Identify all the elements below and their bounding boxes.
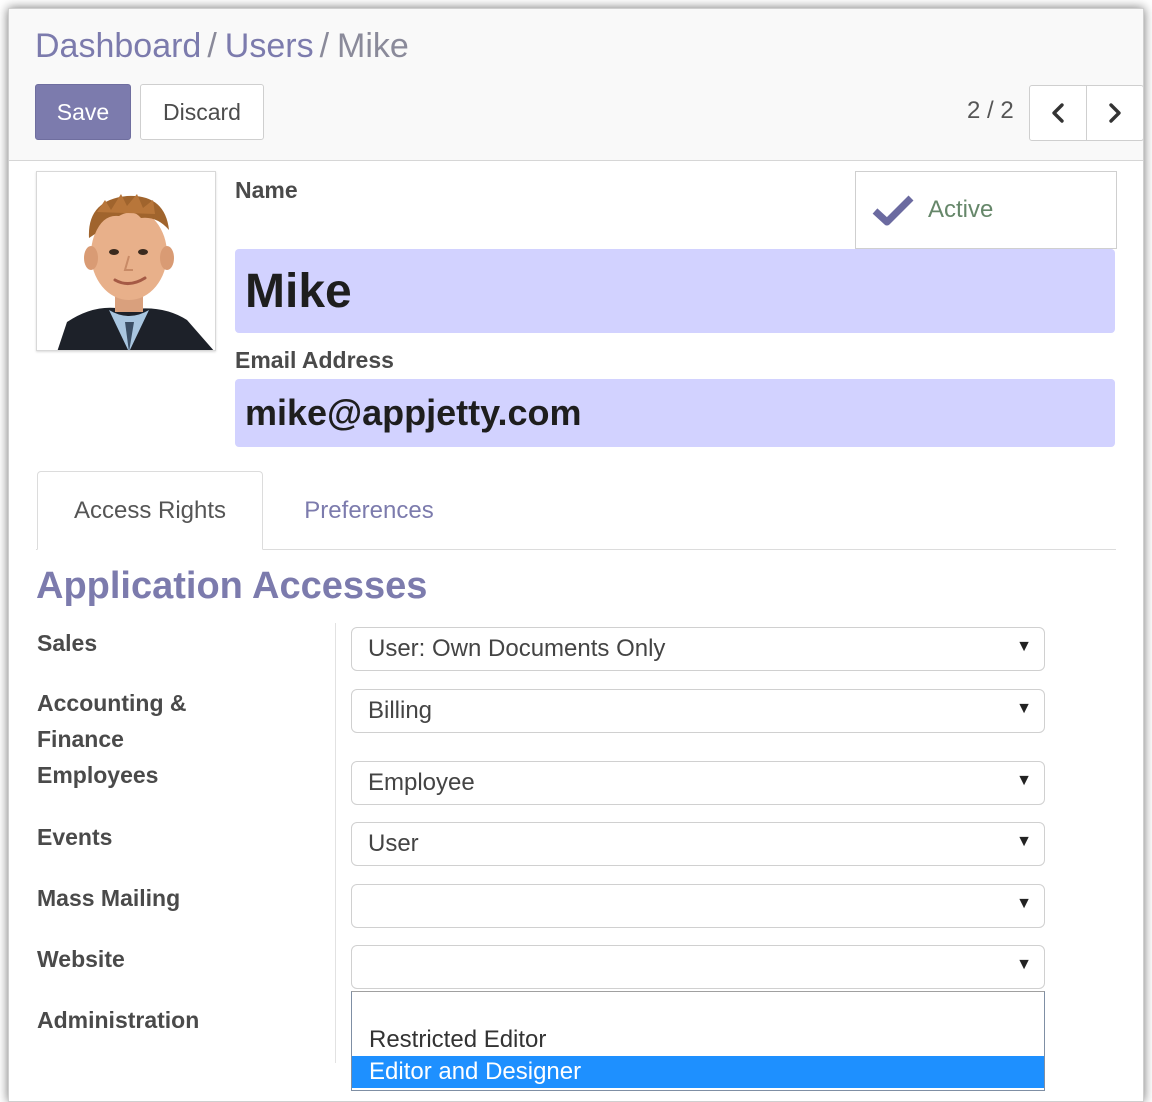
active-toggle-button[interactable]: Active <box>855 171 1117 249</box>
mass-mailing-select[interactable]: ▼ <box>351 884 1045 928</box>
access-label-events: Events <box>37 824 113 850</box>
section-title: Application Accesses <box>36 565 428 607</box>
website-dropdown-list: Restricted Editor Editor and Designer <box>351 991 1045 1091</box>
caret-down-icon: ▼ <box>1016 833 1032 850</box>
dropdown-option-blank[interactable] <box>352 994 1044 1026</box>
name-label: Name <box>235 177 298 203</box>
tab-preferences[interactable]: Preferences <box>271 471 467 550</box>
dropdown-option-editor-and-designer[interactable]: Editor and Designer <box>352 1056 1044 1088</box>
checkmark-icon <box>872 195 914 226</box>
employees-select[interactable]: Employee ▼ <box>351 761 1045 805</box>
breadcrumb-separator: / <box>207 27 217 65</box>
discard-button[interactable]: Discard <box>140 84 264 140</box>
caret-down-icon: ▼ <box>1016 700 1032 717</box>
pager-previous-button[interactable] <box>1029 85 1087 141</box>
breadcrumb-current: Mike <box>337 27 409 65</box>
events-select-value: User <box>368 830 419 857</box>
access-label-mass-mailing: Mass Mailing <box>37 885 181 911</box>
breadcrumb: Dashboard / Users / Mike <box>35 27 409 66</box>
caret-down-icon: ▼ <box>1016 895 1032 912</box>
breadcrumb-dashboard[interactable]: Dashboard <box>35 27 201 65</box>
accounting-select[interactable]: Billing ▼ <box>351 689 1045 733</box>
user-photo[interactable] <box>36 171 216 351</box>
control-panel: Dashboard / Users / Mike Save Discard 2 / 2 <box>9 9 1143 161</box>
tab-access-rights[interactable]: Access Rights <box>37 471 263 550</box>
active-label: Active <box>928 196 994 223</box>
access-label-accounting: Accounting & Finance <box>37 690 187 752</box>
sales-select-value: User: Own Documents Only <box>368 635 666 662</box>
pager-next-button[interactable] <box>1086 85 1143 141</box>
access-label-administration: Administration <box>37 1007 200 1033</box>
name-input[interactable]: Mike <box>235 249 1115 333</box>
pager-value: 2 / 2 <box>967 97 1014 124</box>
access-label-website: Website <box>37 946 125 972</box>
email-label: Email Address <box>235 347 394 373</box>
sales-select[interactable]: User: Own Documents Only ▼ <box>351 627 1045 671</box>
chevron-left-icon <box>1052 103 1064 123</box>
column-divider <box>335 623 336 1063</box>
breadcrumb-separator: / <box>319 27 330 65</box>
employees-select-value: Employee <box>368 769 475 796</box>
avatar-icon <box>37 172 215 350</box>
chevron-right-icon <box>1109 103 1121 123</box>
user-form-window: Dashboard / Users / Mike Save Discard 2 / 2 <box>8 8 1144 1102</box>
email-input[interactable]: mike@appjetty.com <box>235 379 1115 447</box>
dropdown-option-restricted-editor[interactable]: Restricted Editor <box>352 1024 1044 1056</box>
caret-down-icon: ▼ <box>1016 772 1032 789</box>
website-select[interactable]: ▼ <box>351 945 1045 989</box>
access-label-sales: Sales <box>37 630 98 656</box>
events-select[interactable]: User ▼ <box>351 822 1045 866</box>
access-label-employees: Employees <box>37 762 159 788</box>
caret-down-icon: ▼ <box>1016 638 1032 655</box>
caret-down-icon: ▼ <box>1016 956 1032 973</box>
accounting-select-value: Billing <box>368 697 433 724</box>
save-button[interactable]: Save <box>35 84 131 140</box>
breadcrumb-users[interactable]: Users <box>225 27 314 65</box>
